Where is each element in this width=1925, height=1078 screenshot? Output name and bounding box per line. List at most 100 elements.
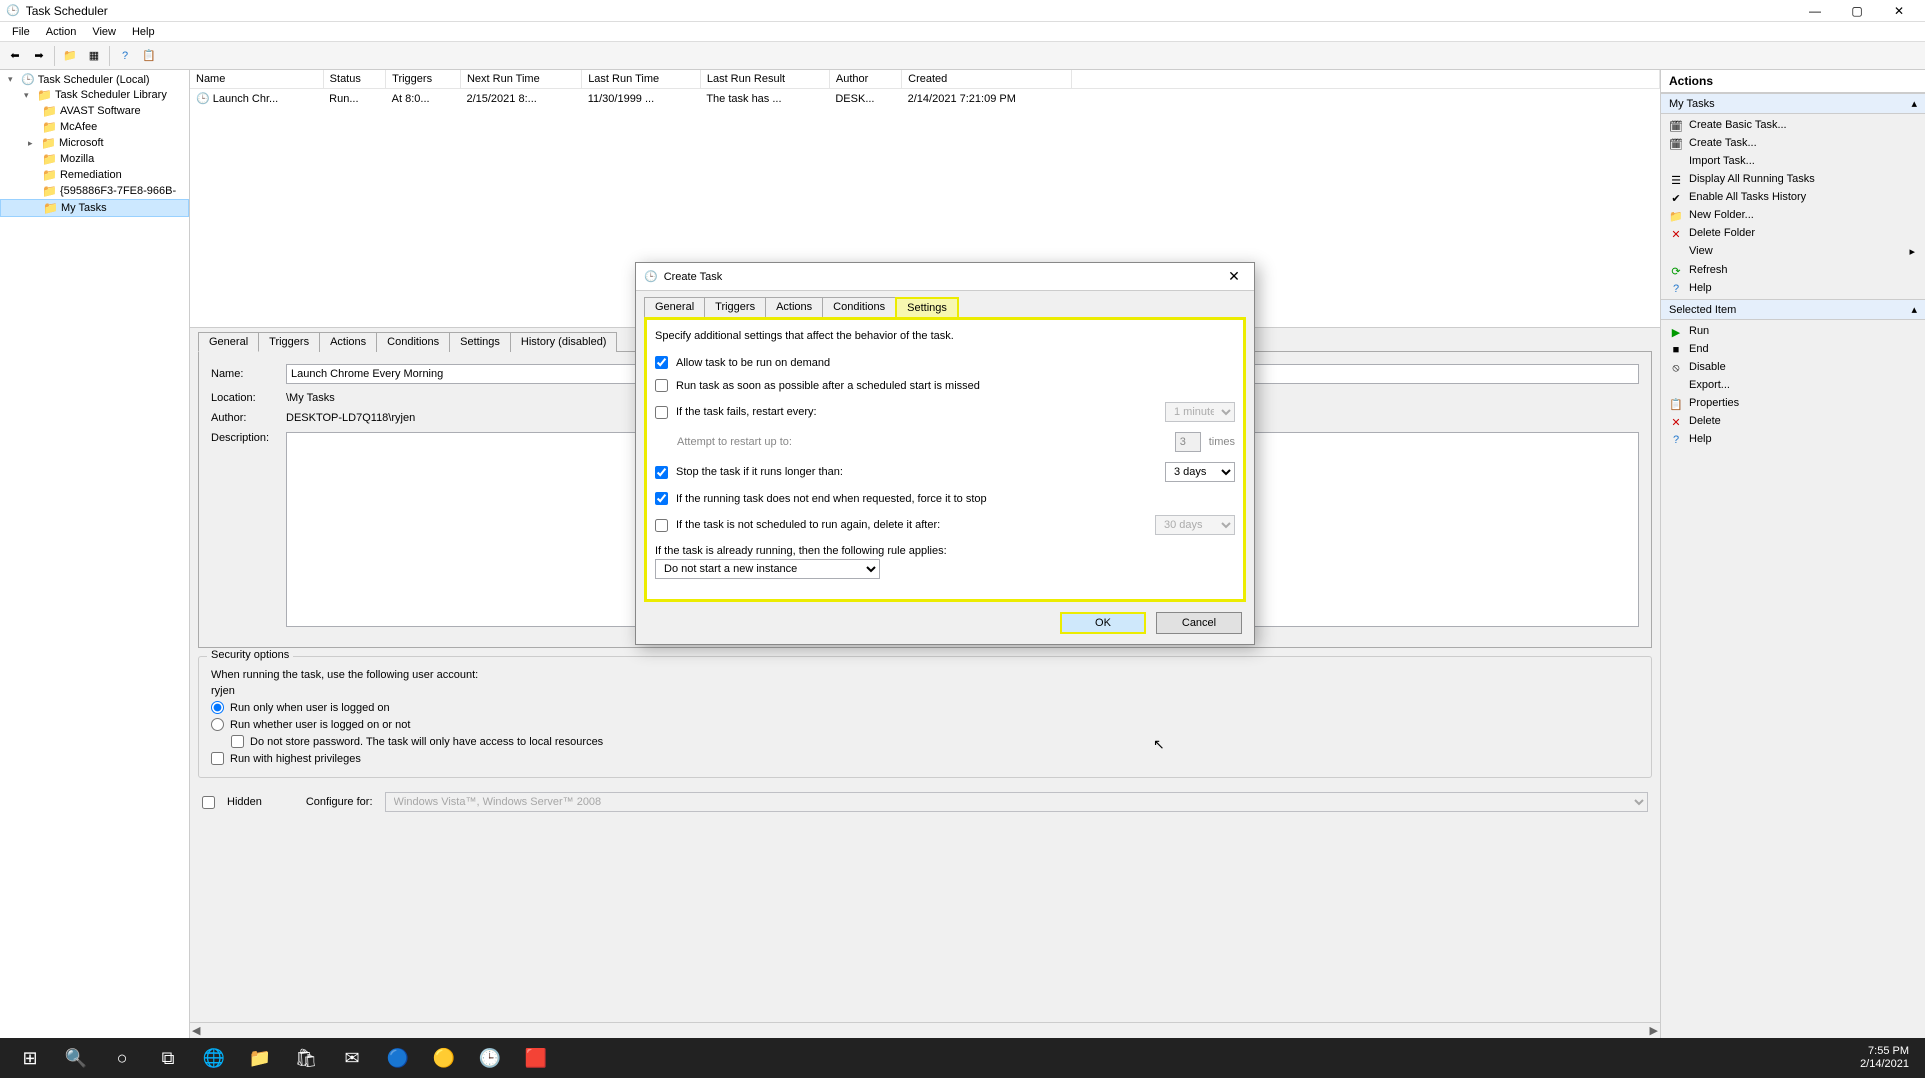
task-icon: 🗓 — [1669, 137, 1683, 151]
tree-item-avast[interactable]: 📁AVAST Software — [0, 103, 189, 119]
check-force-stop[interactable] — [655, 492, 668, 505]
check-restart[interactable] — [655, 406, 668, 419]
scheduler-icon: 🕒 — [21, 73, 35, 86]
app-icon[interactable]: 🟥 — [514, 1038, 558, 1078]
taskview-button[interactable]: ⧉ — [146, 1038, 190, 1078]
tree-item-remediation[interactable]: 📁Remediation — [0, 167, 189, 183]
task-row[interactable]: 🕒 Launch Chr... Run... At 8:0... 2/15/20… — [190, 89, 1660, 109]
dialog-tab-settings[interactable]: Settings — [895, 297, 959, 317]
action-help2[interactable]: ?Help — [1661, 430, 1925, 448]
actions-header: Actions — [1661, 70, 1925, 93]
action-disable[interactable]: ⦸Disable — [1661, 358, 1925, 376]
dialog-tab-triggers[interactable]: Triggers — [704, 297, 766, 317]
check-highest-priv[interactable] — [211, 752, 224, 765]
menu-view[interactable]: View — [84, 24, 124, 40]
check-delete-after[interactable] — [655, 519, 668, 532]
col-nextrun[interactable]: Next Run Time — [460, 70, 581, 89]
detail-tab-actions[interactable]: Actions — [319, 332, 377, 352]
tree-item-mozilla[interactable]: 📁Mozilla — [0, 151, 189, 167]
tree-item-mcafee[interactable]: 📁McAfee — [0, 119, 189, 135]
dialog-tab-general[interactable]: General — [644, 297, 705, 317]
action-display-running[interactable]: ☰Display All Running Tasks — [1661, 170, 1925, 188]
hscrollbar[interactable]: ◀▶ — [190, 1022, 1660, 1038]
menu-help[interactable]: Help — [124, 24, 163, 40]
back-button[interactable]: ⬅ — [4, 45, 26, 67]
minimize-button[interactable]: — — [1795, 1, 1835, 21]
action-view[interactable]: View▸ — [1661, 242, 1925, 261]
action-export[interactable]: Export... — [1661, 376, 1925, 394]
props-icon: 📋 — [1669, 397, 1683, 411]
dialog-tab-conditions[interactable]: Conditions — [822, 297, 896, 317]
close-button[interactable]: ✕ — [1879, 1, 1919, 21]
detail-tab-conditions[interactable]: Conditions — [376, 332, 450, 352]
cortana-button[interactable]: ○ — [100, 1038, 144, 1078]
start-button[interactable]: ⊞ — [8, 1038, 52, 1078]
collapse-icon[interactable]: ▴ — [1911, 97, 1917, 110]
edge-icon[interactable]: 🌐 — [192, 1038, 236, 1078]
detail-tab-settings[interactable]: Settings — [449, 332, 511, 352]
actions-panel: Actions My Tasks▴ 🗓Create Basic Task... … — [1660, 70, 1925, 1038]
tree-item-mytasks[interactable]: 📁My Tasks — [0, 199, 189, 217]
detail-tab-general[interactable]: General — [198, 332, 259, 352]
menu-action[interactable]: Action — [38, 24, 85, 40]
menu-file[interactable]: File — [4, 24, 38, 40]
action-help[interactable]: ?Help — [1661, 279, 1925, 297]
detail-tab-triggers[interactable]: Triggers — [258, 332, 320, 352]
check-hidden[interactable] — [202, 796, 215, 809]
col-triggers[interactable]: Triggers — [386, 70, 461, 89]
stop-duration-select[interactable]: 3 days — [1165, 462, 1235, 482]
props-button[interactable]: 📋 — [138, 45, 160, 67]
check-stop-long[interactable] — [655, 466, 668, 479]
task-icon: 🗓 — [1669, 119, 1683, 133]
columns-button[interactable]: ▦ — [83, 45, 105, 67]
chrome-icon[interactable]: 🔵 — [376, 1038, 420, 1078]
help-icon: ? — [1669, 433, 1683, 447]
action-create-basic[interactable]: 🗓Create Basic Task... — [1661, 116, 1925, 134]
action-enable-history[interactable]: ✔Enable All Tasks History — [1661, 188, 1925, 206]
export-icon — [1669, 379, 1683, 393]
dialog-close-button[interactable]: ✕ — [1218, 266, 1250, 288]
delete-icon: ✕ — [1669, 227, 1683, 241]
tree-root[interactable]: ▾ 🕒 Task Scheduler (Local) — [0, 72, 189, 87]
tree-library[interactable]: ▾ 📁 Task Scheduler Library — [0, 87, 189, 103]
maximize-button[interactable]: ▢ — [1837, 1, 1877, 21]
check-run-asap[interactable] — [655, 379, 668, 392]
forward-button[interactable]: ➡ — [28, 45, 50, 67]
action-new-folder[interactable]: 📁New Folder... — [1661, 206, 1925, 224]
action-properties[interactable]: 📋Properties — [1661, 394, 1925, 412]
tree-item-guid[interactable]: 📁{595886F3-7FE8-966B- — [0, 183, 189, 199]
canary-icon[interactable]: 🟡 — [422, 1038, 466, 1078]
tree-item-microsoft[interactable]: ▸📁Microsoft — [0, 135, 189, 151]
taskscheduler-icon[interactable]: 🕒 — [468, 1038, 512, 1078]
col-result[interactable]: Last Run Result — [700, 70, 829, 89]
store-icon[interactable]: 🛍 — [284, 1038, 328, 1078]
radio-logged-on-or-not[interactable] — [211, 718, 224, 731]
help-button[interactable]: ? — [114, 45, 136, 67]
dialog-tab-actions[interactable]: Actions — [765, 297, 823, 317]
action-delete[interactable]: ✕Delete — [1661, 412, 1925, 430]
detail-tab-history[interactable]: History (disabled) — [510, 332, 618, 352]
radio-logged-on[interactable] — [211, 701, 224, 714]
col-status[interactable]: Status — [323, 70, 385, 89]
action-refresh[interactable]: ⟳Refresh — [1661, 261, 1925, 279]
check-no-password[interactable] — [231, 735, 244, 748]
col-name[interactable]: Name — [190, 70, 323, 89]
collapse-icon[interactable]: ▴ — [1911, 303, 1917, 316]
ok-button[interactable]: OK — [1060, 612, 1146, 634]
explorer-icon[interactable]: 📁 — [238, 1038, 282, 1078]
action-delete-folder[interactable]: ✕Delete Folder — [1661, 224, 1925, 242]
cancel-button[interactable]: Cancel — [1156, 612, 1242, 634]
action-end[interactable]: ■End — [1661, 340, 1925, 358]
col-lastrun[interactable]: Last Run Time — [582, 70, 701, 89]
check-allow-demand[interactable] — [655, 356, 668, 369]
search-button[interactable]: 🔍 — [54, 1038, 98, 1078]
action-create-task[interactable]: 🗓Create Task... — [1661, 134, 1925, 152]
action-run[interactable]: ▶Run — [1661, 322, 1925, 340]
up-button[interactable]: 📁 — [59, 45, 81, 67]
col-author[interactable]: Author — [829, 70, 901, 89]
action-import[interactable]: Import Task... — [1661, 152, 1925, 170]
rule-select[interactable]: Do not start a new instance — [655, 559, 880, 579]
system-tray[interactable]: 7:55 PM 2/14/2021 — [1860, 1045, 1917, 1071]
mail-icon[interactable]: ✉ — [330, 1038, 374, 1078]
col-created[interactable]: Created — [902, 70, 1072, 89]
